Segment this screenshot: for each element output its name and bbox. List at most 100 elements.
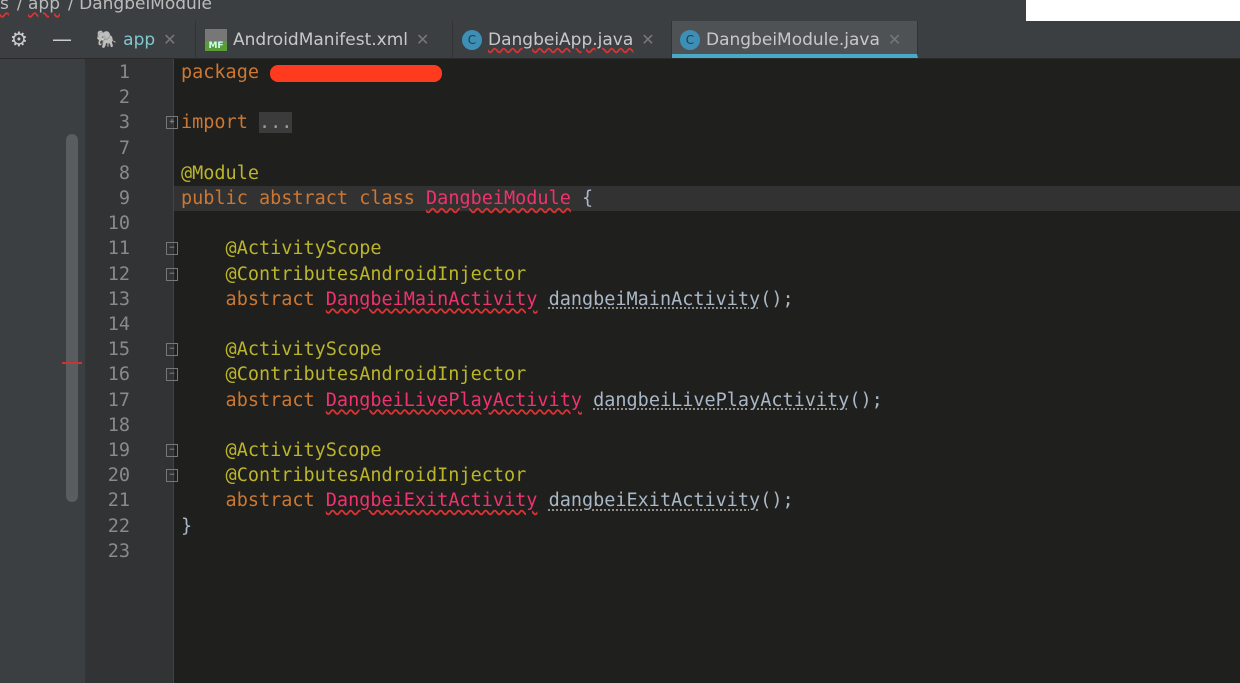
line-number: 23: [107, 540, 130, 562]
annotation: @ContributesAndroidInjector: [181, 364, 527, 386]
code-line[interactable]: 7: [119, 136, 1240, 161]
code-line[interactable]: 20 − @ContributesAndroidInjector: [108, 463, 1240, 488]
close-icon[interactable]: ✕: [641, 30, 654, 49]
annotation: @ActivityScope: [181, 238, 382, 260]
redacted-package-name: [270, 64, 443, 82]
fold-icon[interactable]: −: [166, 343, 178, 357]
punctuation: }: [181, 515, 193, 537]
code-text: @ActivityScope: [181, 236, 382, 261]
fold-icon[interactable]: −: [166, 444, 178, 457]
code-line[interactable]: 16 − @ContributesAndroidInjector: [108, 362, 1240, 387]
code-text: @ContributesAndroidInjector: [181, 262, 527, 287]
tab-app[interactable]: 🐘 app ✕: [88, 21, 196, 58]
class-name: DangbeiExitActivity: [325, 490, 538, 512]
code-line[interactable]: 1 package: [119, 60, 1240, 85]
code-editor[interactable]: 1 package 2 3 + import ... 7 8 @Module 9 public a…: [108, 59, 1240, 683]
code-text: abstract DangbeiExitActivity dangbeiExit…: [181, 488, 794, 513]
gear-icon[interactable]: ⚙: [10, 21, 28, 58]
punctuation: ();: [760, 288, 794, 310]
code-text: @Module: [181, 161, 259, 186]
annotation: @ContributesAndroidInjector: [181, 465, 527, 487]
code-line[interactable]: 18: [108, 413, 1240, 438]
code-line[interactable]: 11 − @ActivityScope: [108, 236, 1240, 261]
line-number: 2: [118, 87, 130, 109]
close-icon[interactable]: ✕: [163, 30, 176, 49]
line-number: 8: [118, 162, 130, 184]
class-name: DangbeiModule: [426, 188, 571, 209]
line-number: 20: [107, 465, 130, 487]
folded-imports: ...: [258, 112, 293, 134]
code-line[interactable]: 19 − @ActivityScope: [108, 438, 1240, 463]
annotation: @Module: [181, 162, 259, 184]
editor-tabs: ⚙ — 🐘 app ✕ MF AndroidManifest.xml ✕ C Dan…: [0, 21, 1240, 59]
code-line[interactable]: 10: [108, 211, 1240, 236]
code-line[interactable]: 12 − @ContributesAndroidInjector: [108, 262, 1240, 287]
code-line[interactable]: 13 abstract DangbeiMainActivity dangbeiM…: [108, 287, 1240, 312]
error-marker: [62, 362, 82, 364]
class-name: DangbeiLivePlayActivity: [325, 389, 582, 411]
minimize-icon[interactable]: —: [52, 21, 72, 58]
fold-icon[interactable]: +: [166, 116, 178, 130]
code-line[interactable]: 23: [108, 539, 1240, 564]
line-number: 14: [107, 314, 130, 335]
class-icon: C: [680, 29, 700, 50]
breadcrumb-item[interactable]: DangbeiModule: [79, 0, 212, 14]
line-number: 16: [107, 364, 130, 386]
punctuation: ();: [760, 490, 794, 512]
punctuation: ();: [849, 389, 883, 411]
tab-dangbeimodule[interactable]: C DangbeiModule.java ✕: [672, 21, 918, 58]
keyword: abstract: [181, 490, 315, 512]
fold-icon[interactable]: −: [166, 267, 178, 281]
keyword: import: [181, 112, 248, 134]
code-line[interactable]: 17 abstract DangbeiLivePlayActivity dang…: [108, 388, 1240, 413]
code-text: abstract DangbeiLivePlayActivity dangbei…: [181, 388, 883, 413]
tab-androidmanifest[interactable]: MF AndroidManifest.xml ✕: [197, 21, 453, 58]
code-line[interactable]: 22}: [108, 514, 1240, 539]
code-line[interactable]: 15 − @ActivityScope: [108, 337, 1240, 362]
line-number: 21: [107, 490, 130, 512]
breadcrumb-item[interactable]: app: [28, 0, 60, 14]
fold-icon[interactable]: −: [166, 368, 178, 382]
code-text: package: [181, 60, 443, 85]
line-number: 12: [107, 263, 130, 285]
code-line[interactable]: 9 public abstract class DangbeiModule {: [119, 186, 1240, 211]
line-number: 17: [107, 389, 130, 411]
fold-icon[interactable]: −: [166, 242, 178, 256]
line-number: 18: [107, 414, 130, 436]
punctuation: {: [570, 188, 594, 209]
line-number: 19: [107, 440, 130, 461]
close-icon[interactable]: ✕: [888, 30, 901, 49]
line-number: 11: [107, 238, 130, 260]
code-text: import ...: [181, 110, 293, 135]
line-number: 13: [107, 288, 130, 310]
code-line[interactable]: 14: [108, 312, 1240, 337]
line-number: 7: [118, 137, 130, 159]
annotation: @ContributesAndroidInjector: [181, 263, 527, 285]
code-line[interactable]: 8 @Module: [119, 161, 1240, 186]
method-name: dangbeiExitActivity: [548, 490, 761, 512]
code-text: abstract DangbeiMainActivity dangbeiMain…: [181, 287, 794, 312]
keyword: abstract: [181, 389, 315, 411]
code-line[interactable]: 2: [119, 85, 1240, 110]
code-line[interactable]: 21 abstract DangbeiExitActivity dangbeiE…: [108, 488, 1240, 513]
gradle-elephant-icon: 🐘: [96, 29, 118, 50]
line-number: 1: [118, 62, 130, 83]
line-number: 22: [107, 515, 130, 537]
scrollbar[interactable]: [66, 134, 78, 502]
code-text: @ContributesAndroidInjector: [181, 463, 527, 488]
breadcrumb-item[interactable]: s: [0, 0, 9, 14]
fold-icon[interactable]: −: [166, 469, 178, 483]
code-line[interactable]: 3 + import ...: [119, 110, 1240, 135]
line-number: 15: [107, 339, 130, 361]
keyword: public abstract class: [181, 188, 415, 209]
class-name: DangbeiMainActivity: [325, 288, 538, 310]
close-icon[interactable]: ✕: [416, 30, 429, 49]
code-text: public abstract class DangbeiModule {: [181, 186, 593, 211]
tab-dangbeiapp[interactable]: C DangbeiApp.java ✕: [454, 21, 672, 58]
annotation: @ActivityScope: [181, 339, 382, 361]
